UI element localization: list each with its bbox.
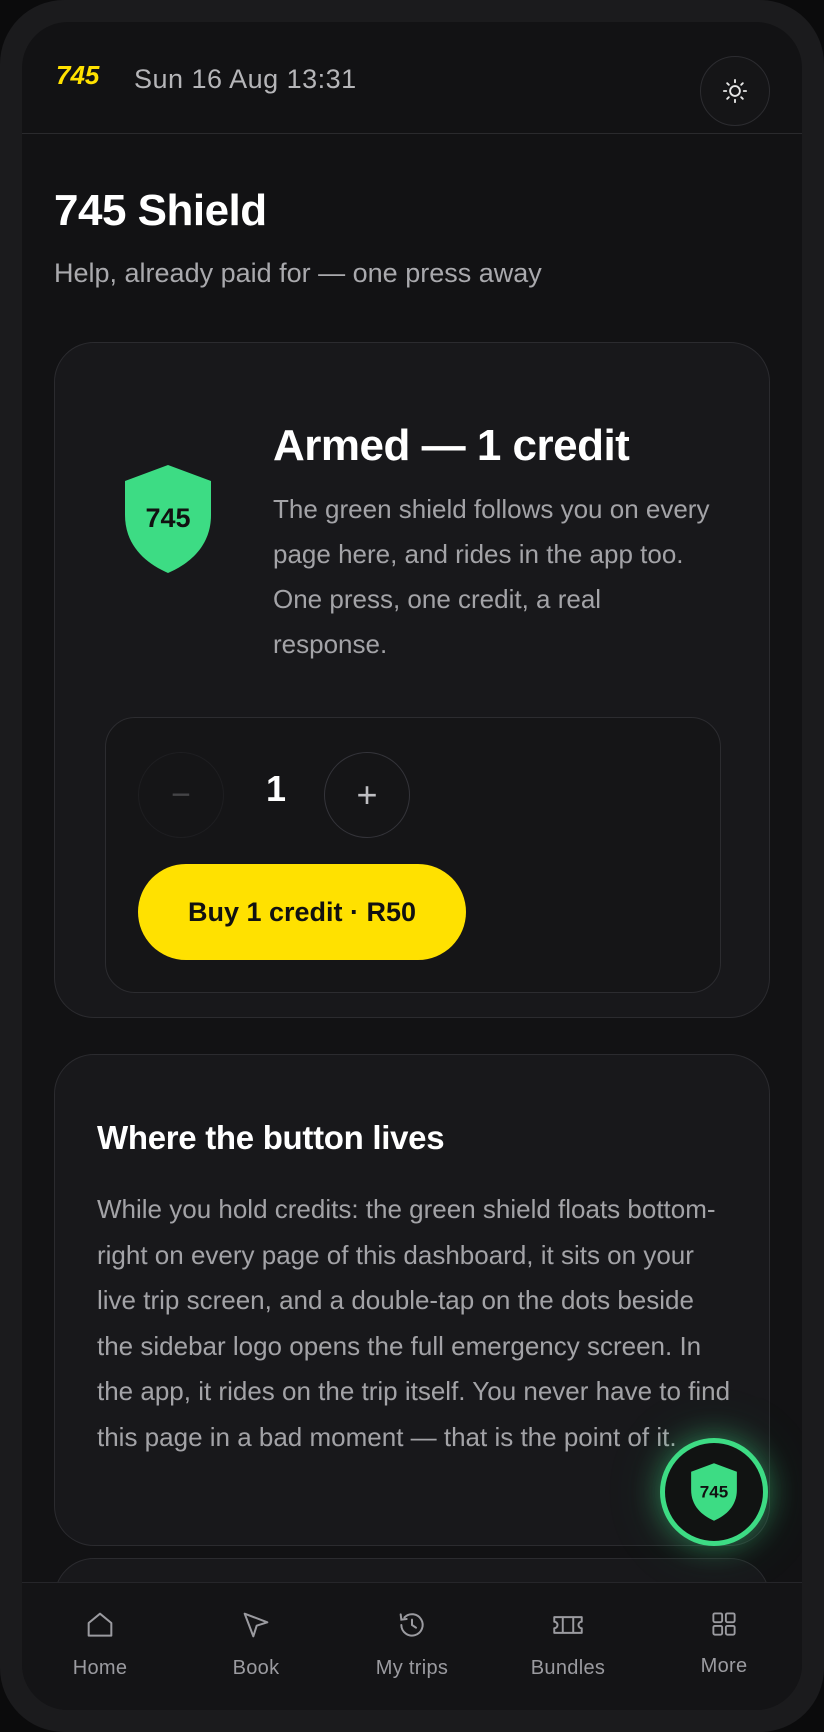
nav-item-home[interactable]: Home bbox=[22, 1583, 178, 1710]
where-title: Where the button lives bbox=[97, 1119, 445, 1156]
nav-item-bundles[interactable]: Bundles bbox=[490, 1583, 646, 1710]
nav-label: Bundles bbox=[530, 1657, 606, 1679]
nav-item-my-trips[interactable]: My trips bbox=[334, 1583, 490, 1710]
brand-logo[interactable]: 745 bbox=[54, 54, 110, 98]
nav-item-book[interactable]: Book bbox=[178, 1583, 334, 1710]
page-subtitle: Help, already paid for — one press away bbox=[54, 258, 542, 288]
app-screen: 745 Sun 16 Aug 13:31 745 Shield Help, al… bbox=[22, 22, 802, 1710]
svg-text:745: 745 bbox=[145, 503, 190, 533]
ticket-icon bbox=[553, 1616, 583, 1634]
sun-icon bbox=[722, 78, 748, 104]
send-icon bbox=[243, 1612, 269, 1638]
shield-icon: 745 bbox=[125, 465, 211, 573]
nav-label: More bbox=[700, 1655, 748, 1677]
increment-button[interactable]: + bbox=[324, 752, 410, 838]
shield-icon: 745 bbox=[691, 1463, 737, 1521]
svg-text:745: 745 bbox=[56, 60, 100, 90]
theme-toggle-button[interactable] bbox=[700, 56, 770, 126]
top-bar: 745 Sun 16 Aug 13:31 bbox=[22, 22, 802, 134]
nav-label: My trips bbox=[375, 1657, 449, 1679]
emergency-shield-button[interactable]: 745 bbox=[660, 1438, 768, 1546]
svg-text:745: 745 bbox=[700, 1482, 728, 1501]
date-time: Sun 16 Aug 13:31 bbox=[134, 64, 357, 94]
credit-purchase-panel: − 1 + Buy 1 credit · R50 bbox=[105, 717, 721, 993]
nav-item-more[interactable]: More bbox=[646, 1583, 802, 1710]
credit-quantity: 1 bbox=[265, 768, 287, 809]
armed-card: 745 Armed — 1 credit The green shield fo… bbox=[54, 342, 770, 1018]
buy-credit-button[interactable]: Buy 1 credit · R50 bbox=[138, 864, 466, 960]
armed-status-title: Armed — 1 credit bbox=[273, 421, 630, 470]
home-icon bbox=[87, 1612, 113, 1637]
armed-description: The green shield follows you on every pa… bbox=[273, 494, 710, 659]
bottom-navigation: Home Book My trips Bundles More bbox=[22, 1582, 802, 1710]
page-title: 745 Shield bbox=[54, 186, 267, 235]
nav-label: Home bbox=[72, 1657, 128, 1679]
nav-label: Book bbox=[232, 1657, 280, 1679]
grid-icon bbox=[712, 1612, 736, 1636]
device-frame: 745 Sun 16 Aug 13:31 745 Shield Help, al… bbox=[0, 0, 824, 1732]
where-body-text: While you hold credits: the green shield… bbox=[97, 1194, 731, 1452]
decrement-button[interactable]: − bbox=[138, 752, 224, 838]
history-icon bbox=[399, 1613, 424, 1637]
